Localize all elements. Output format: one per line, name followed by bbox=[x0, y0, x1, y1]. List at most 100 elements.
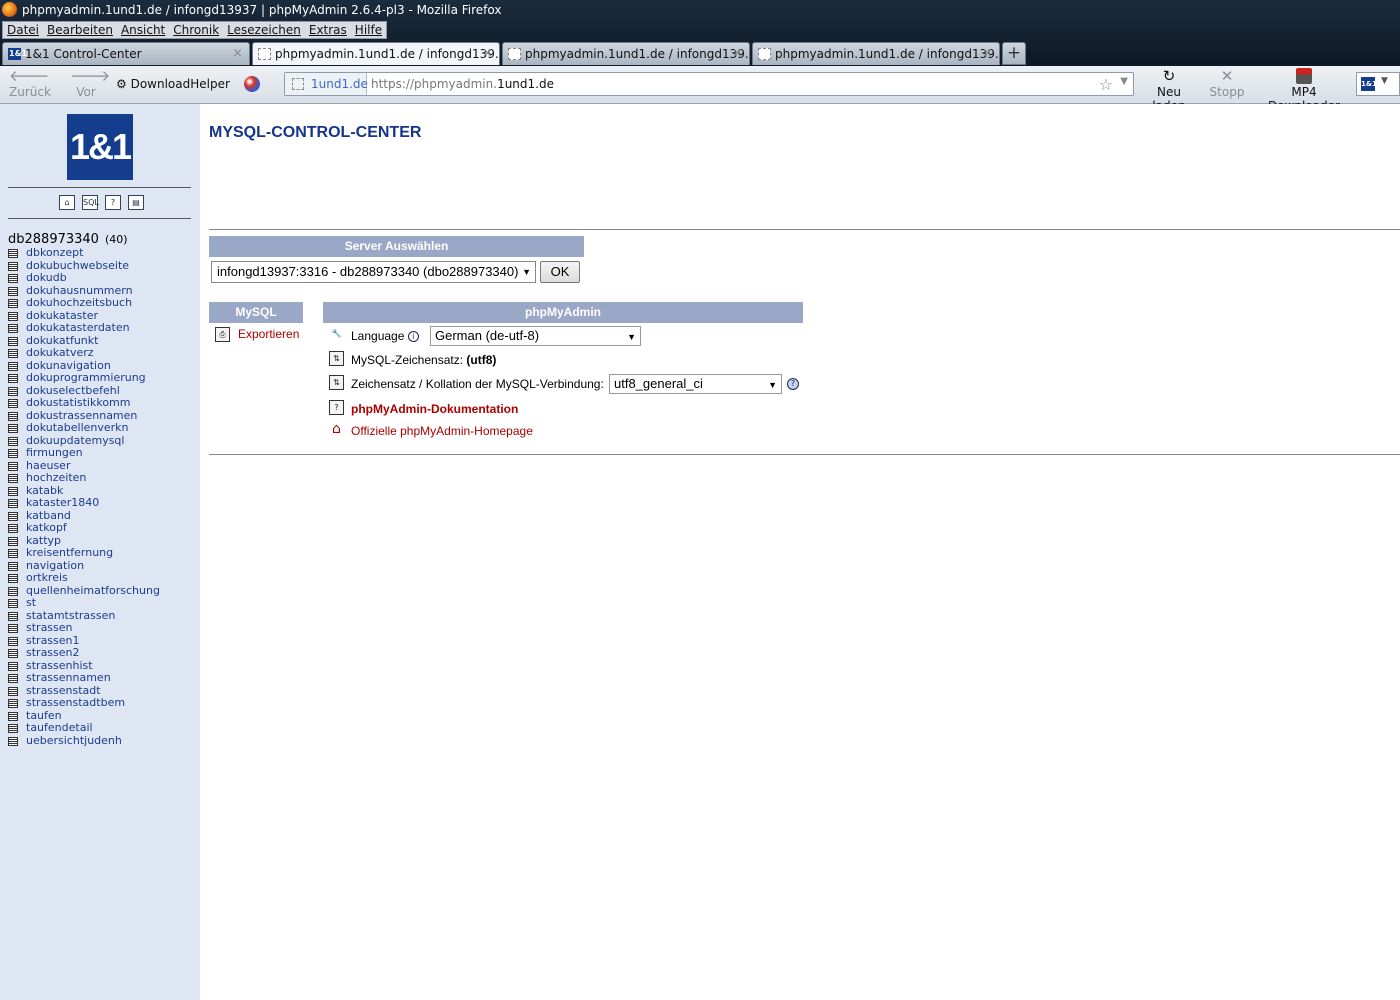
menu-datei[interactable]: Datei bbox=[3, 22, 43, 38]
tab-phpmyadmin-1[interactable]: phpmyadmin.1und1.de / infongd139... × bbox=[252, 42, 500, 65]
table-name[interactable]: dokuprogrammierung bbox=[26, 371, 146, 384]
table-icon[interactable] bbox=[8, 711, 18, 721]
table-name[interactable]: haeuser bbox=[26, 459, 70, 472]
url-text[interactable]: https://phpmyadmin.1und1.de bbox=[371, 73, 554, 95]
table-name[interactable]: strassen2 bbox=[26, 646, 80, 659]
table-icon[interactable] bbox=[8, 411, 18, 421]
chevron-down-icon[interactable]: ▼ bbox=[1120, 76, 1128, 87]
table-icon[interactable] bbox=[8, 386, 18, 396]
downloadhelper-button[interactable]: ⚙ DownloadHelper bbox=[116, 77, 230, 91]
table-name[interactable]: dokuhochzeitsbuch bbox=[26, 296, 132, 309]
table-icon[interactable] bbox=[8, 474, 18, 483]
table-icon[interactable] bbox=[8, 549, 18, 558]
stop-button[interactable]: ✕ Stopp bbox=[1208, 68, 1246, 99]
table-icon[interactable] bbox=[8, 574, 18, 583]
table-icon[interactable] bbox=[8, 261, 18, 271]
site-identity-button[interactable]: 1und1.de bbox=[285, 73, 368, 95]
table-name[interactable]: katkopf bbox=[26, 521, 67, 534]
close-icon[interactable]: × bbox=[232, 43, 243, 65]
table-icon[interactable] bbox=[8, 249, 18, 258]
tab-phpmyadmin-2[interactable]: phpmyadmin.1und1.de / infongd139... × bbox=[502, 42, 750, 65]
bookmark-star-icon[interactable]: ☆ bbox=[1099, 75, 1113, 94]
close-icon[interactable]: × bbox=[982, 43, 993, 65]
server-select[interactable]: infongd13937:3316 - db288973340 (dbo2889… bbox=[211, 261, 536, 283]
table-icon[interactable] bbox=[8, 699, 18, 708]
table-icon[interactable] bbox=[8, 436, 18, 446]
table-name[interactable]: dokukatasterdaten bbox=[26, 321, 130, 334]
table-icon[interactable] bbox=[8, 499, 18, 508]
collation-select[interactable]: utf8_general_ci ▼ bbox=[609, 374, 782, 394]
table-icon[interactable] bbox=[8, 336, 18, 346]
table-icon[interactable] bbox=[8, 611, 18, 621]
table-name[interactable]: navigation bbox=[26, 559, 84, 572]
table-icon[interactable] bbox=[8, 374, 18, 383]
table-name[interactable]: taufendetail bbox=[26, 721, 93, 734]
close-icon[interactable]: × bbox=[482, 43, 493, 65]
close-icon[interactable]: × bbox=[732, 43, 743, 65]
menu-bearbeiten[interactable]: Bearbeiten bbox=[43, 22, 117, 38]
table-icon[interactable] bbox=[8, 661, 18, 671]
table-icon[interactable] bbox=[8, 324, 18, 333]
table-icon[interactable] bbox=[8, 361, 18, 371]
table-name[interactable]: kataster1840 bbox=[26, 496, 99, 509]
language-select[interactable]: German (de-utf-8) ▼ bbox=[430, 326, 641, 346]
table-icon[interactable] bbox=[8, 736, 18, 746]
new-tab-button[interactable]: + bbox=[1002, 42, 1026, 65]
table-name[interactable]: dokukatverz bbox=[26, 346, 94, 359]
url-bar[interactable]: 1und1.de https://phpmyadmin.1und1.de ☆ ▼ bbox=[284, 72, 1134, 96]
query-icon[interactable]: ? bbox=[105, 195, 121, 210]
home-icon[interactable]: ⌂ bbox=[59, 195, 75, 210]
table-name[interactable]: dokustrassennamen bbox=[26, 409, 137, 422]
table-name[interactable]: strassennamen bbox=[26, 671, 111, 684]
table-name[interactable]: statamtstrassen bbox=[26, 609, 115, 622]
sql-icon[interactable]: SQL bbox=[82, 195, 99, 210]
table-name[interactable]: dokutabellenverkn bbox=[26, 421, 129, 434]
table-icon[interactable] bbox=[8, 311, 18, 321]
table-icon[interactable] bbox=[8, 536, 18, 546]
back-button[interactable]: 🡐 Zurück bbox=[9, 68, 51, 99]
menu-lesezeichen[interactable]: Lesezeichen bbox=[223, 22, 305, 38]
table-icon[interactable] bbox=[8, 674, 18, 683]
table-name[interactable]: dokuupdatemysql bbox=[26, 434, 124, 447]
table-icon[interactable] bbox=[8, 486, 18, 496]
forward-button[interactable]: 🡒 Vor bbox=[70, 68, 110, 99]
table-icon[interactable] bbox=[8, 449, 18, 458]
menu-extras[interactable]: Extras bbox=[305, 22, 351, 38]
table-icon[interactable] bbox=[8, 724, 18, 733]
table-name[interactable]: taufen bbox=[26, 709, 62, 722]
homepage-link[interactable]: Offizielle phpMyAdmin-Homepage bbox=[351, 424, 533, 438]
table-name[interactable]: strassenstadtbem bbox=[26, 696, 125, 709]
table-icon[interactable] bbox=[8, 274, 18, 283]
table-name[interactable]: dokunavigation bbox=[26, 359, 111, 372]
table-icon[interactable] bbox=[8, 286, 18, 296]
table-name[interactable]: dokubuchwebseite bbox=[26, 259, 129, 272]
help-icon[interactable]: ? bbox=[787, 378, 799, 390]
table-name[interactable]: dokukatfunkt bbox=[26, 334, 98, 347]
oneandone-logo[interactable]: 1&1 bbox=[67, 114, 133, 180]
table-name[interactable]: katband bbox=[26, 509, 71, 522]
table-name[interactable]: kattyp bbox=[26, 534, 61, 547]
table-name[interactable]: strassen1 bbox=[26, 634, 80, 647]
ok-button[interactable]: OK bbox=[540, 261, 580, 283]
table-name[interactable]: katabk bbox=[26, 484, 63, 497]
table-icon[interactable] bbox=[8, 636, 18, 646]
search-engine-box[interactable]: 1&1 ▼ bbox=[1356, 72, 1400, 96]
table-icon[interactable] bbox=[8, 686, 18, 696]
sidebar-table-item[interactable]: uebersichtjudenh bbox=[8, 734, 160, 748]
info-icon[interactable]: i bbox=[407, 331, 419, 343]
table-icon[interactable] bbox=[8, 511, 18, 521]
table-name[interactable]: uebersichtjudenh bbox=[26, 734, 122, 747]
table-name[interactable]: kreisentfernung bbox=[26, 546, 113, 559]
table-name[interactable]: firmungen bbox=[26, 446, 83, 459]
table-icon[interactable] bbox=[8, 461, 18, 471]
table-icon[interactable] bbox=[8, 599, 18, 608]
table-name[interactable]: strassen bbox=[26, 621, 73, 634]
menu-chronik[interactable]: Chronik bbox=[169, 22, 223, 38]
table-name[interactable]: st bbox=[26, 596, 36, 609]
database-title[interactable]: db288973340 (40) bbox=[8, 232, 128, 247]
table-name[interactable]: dokustatistikkomm bbox=[26, 396, 130, 409]
table-name[interactable]: ortkreis bbox=[26, 571, 68, 584]
table-name[interactable]: dokuhausnummern bbox=[26, 284, 133, 297]
export-link[interactable]: ⎙ Exportieren bbox=[215, 327, 299, 342]
table-name[interactable]: strassenhist bbox=[26, 659, 93, 672]
